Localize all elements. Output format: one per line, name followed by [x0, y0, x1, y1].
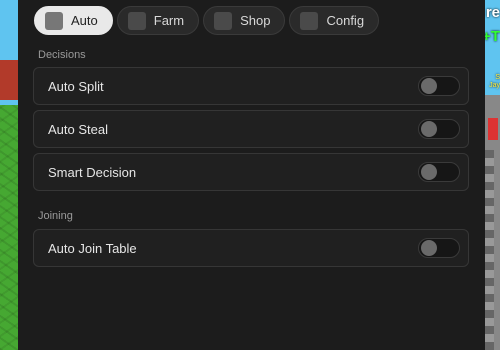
nametag: S Jay [489, 74, 500, 90]
section-title-decisions: Decisions [38, 49, 86, 61]
rail [484, 150, 494, 350]
tab-label: Shop [240, 13, 271, 28]
nametag-line2: Jay [489, 82, 500, 89]
player-character [488, 118, 498, 140]
toggle-label: Auto Split [48, 78, 104, 94]
settings-panel: Auto Farm Shop Config Decisions Auto Spl… [18, 0, 485, 350]
tab-auto[interactable]: Auto [34, 6, 113, 35]
auto-join-table-toggle[interactable] [418, 238, 460, 258]
auto-steal-toggle[interactable] [418, 119, 460, 139]
toggle-row-smart-decision[interactable]: Smart Decision [33, 153, 469, 191]
tab-label: Farm [153, 13, 185, 28]
tab-farm[interactable]: Farm [116, 6, 200, 35]
tab-shop[interactable]: Shop [203, 6, 286, 35]
toggle-label: Auto Steal [48, 121, 108, 137]
nametag-line1: S [495, 74, 500, 81]
toggle-knob [421, 121, 437, 137]
toggle-label: Smart Decision [48, 164, 137, 180]
toggle-row-auto-join-table[interactable]: Auto Join Table [33, 229, 469, 267]
auto-icon [45, 11, 63, 30]
section-title-joining: Joining [38, 210, 73, 222]
toggle-label: Auto Join Table [48, 240, 137, 256]
toggle-row-auto-split[interactable]: Auto Split [33, 67, 469, 105]
config-icon [300, 11, 319, 30]
farm-icon [127, 11, 146, 30]
shop-icon [214, 11, 233, 30]
auto-split-toggle[interactable] [418, 76, 460, 96]
smart-decision-toggle[interactable] [418, 162, 460, 182]
tab-bar: Auto Farm Shop Config [34, 6, 380, 35]
billboard-text: re [485, 4, 500, 21]
tab-label: Config [326, 13, 365, 28]
toggle-knob [421, 164, 437, 180]
toggle-knob [421, 78, 437, 94]
toggle-knob [421, 240, 437, 256]
tab-config[interactable]: Config [289, 6, 380, 35]
toggle-row-auto-steal[interactable]: Auto Steal [33, 110, 469, 148]
tab-label: Auto [71, 13, 98, 28]
